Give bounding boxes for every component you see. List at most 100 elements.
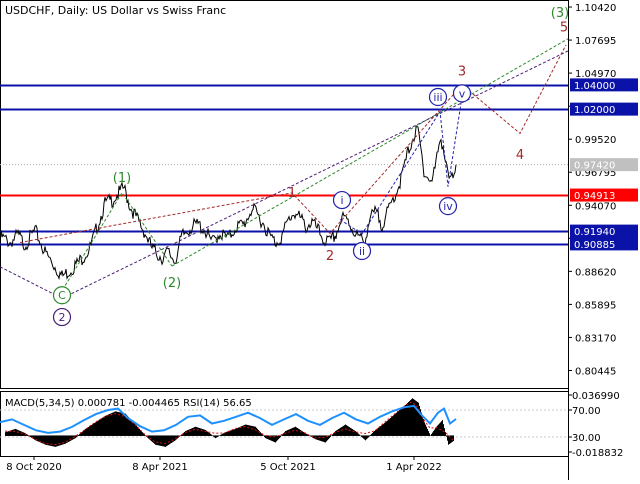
macd-bar bbox=[195, 426, 196, 436]
macd-bar bbox=[257, 428, 258, 436]
macd-bar bbox=[250, 425, 251, 436]
macd-bar bbox=[103, 417, 104, 436]
price-tag-label: 0.91940 bbox=[574, 227, 615, 238]
macd-bar bbox=[164, 435, 165, 447]
macd-bar bbox=[192, 428, 193, 436]
wave-label-i: i bbox=[340, 194, 343, 207]
macd-bar bbox=[263, 435, 264, 436]
macd-bar bbox=[157, 435, 158, 446]
macd-bar bbox=[426, 426, 427, 436]
macd-bar bbox=[230, 430, 231, 436]
macd-bar bbox=[435, 428, 436, 436]
macd-bar bbox=[362, 435, 363, 438]
macd-bar bbox=[216, 435, 217, 438]
macd-bar bbox=[370, 434, 371, 436]
macd-bar bbox=[181, 434, 182, 436]
macd-bar bbox=[268, 435, 269, 440]
wave-label-3: 3 bbox=[458, 64, 466, 79]
macd-bar bbox=[211, 434, 212, 436]
macd-bar bbox=[80, 433, 81, 436]
macd-bar bbox=[353, 429, 354, 436]
macd-bar bbox=[352, 429, 353, 436]
price-tag-label: 0.94913 bbox=[574, 191, 615, 202]
macd-bar bbox=[442, 420, 443, 436]
macd-bar bbox=[165, 435, 166, 447]
macd-bar bbox=[120, 412, 121, 436]
macd-bar bbox=[89, 426, 90, 436]
macd-bar bbox=[97, 421, 98, 436]
macd-bar bbox=[291, 428, 292, 436]
macd-bar bbox=[133, 422, 134, 436]
macd-bar bbox=[56, 435, 57, 447]
macd-bar bbox=[197, 427, 198, 436]
macd-bar bbox=[315, 435, 316, 440]
macd-bar bbox=[345, 424, 346, 436]
macd-bar bbox=[321, 435, 322, 442]
macd-bar bbox=[203, 429, 204, 436]
macd-bar bbox=[12, 429, 13, 436]
macd-bar bbox=[448, 435, 449, 445]
y-tick-label: 1.07695 bbox=[575, 36, 616, 47]
macd-bar bbox=[428, 431, 429, 436]
macd-bar bbox=[108, 414, 109, 436]
macd-bar bbox=[100, 419, 101, 436]
macd-bar bbox=[113, 412, 114, 436]
y-tick-label: 0.80445 bbox=[575, 366, 616, 377]
macd-bar bbox=[223, 433, 224, 436]
macd-bar bbox=[42, 435, 43, 444]
macd-bar bbox=[101, 418, 102, 436]
macd-bar bbox=[234, 429, 235, 436]
macd-bar bbox=[196, 427, 197, 436]
macd-bar bbox=[11, 430, 12, 436]
macd-bar bbox=[184, 431, 185, 436]
wave-label-5: 5 bbox=[560, 21, 568, 36]
y-tick-label: 0.99520 bbox=[575, 135, 616, 146]
macd-bar bbox=[399, 410, 400, 436]
macd-bar bbox=[313, 435, 314, 439]
macd-bar bbox=[106, 415, 107, 436]
macd-bar bbox=[169, 435, 170, 445]
macd-bar bbox=[295, 426, 296, 436]
macd-bar bbox=[350, 427, 351, 436]
macd-bar bbox=[343, 425, 344, 436]
macd-bar bbox=[112, 412, 113, 436]
macd-bar bbox=[252, 426, 253, 436]
macd-bar bbox=[284, 432, 285, 436]
macd-bar bbox=[87, 427, 88, 436]
macd-bar bbox=[355, 431, 356, 436]
macd-bar bbox=[373, 431, 374, 436]
macd-bar bbox=[38, 435, 39, 442]
y-tick-label: 0.85895 bbox=[575, 300, 616, 311]
macd-bar bbox=[201, 428, 202, 436]
macd-bar bbox=[260, 432, 261, 436]
macd-bar bbox=[299, 429, 300, 436]
macd-bar bbox=[172, 435, 173, 443]
macd-bar bbox=[65, 435, 66, 444]
macd-bar bbox=[70, 435, 71, 441]
macd-bar bbox=[21, 431, 22, 436]
macd-bar bbox=[22, 431, 23, 436]
macd-bar bbox=[55, 435, 56, 447]
macd-bar bbox=[438, 424, 439, 436]
macd-bar bbox=[422, 415, 423, 436]
macd-bar bbox=[249, 425, 250, 436]
macd-bar bbox=[446, 435, 447, 437]
macd-bar bbox=[205, 429, 206, 436]
macd-bar bbox=[72, 435, 73, 440]
wave-label-ii: ii bbox=[359, 245, 365, 258]
macd-bar bbox=[378, 427, 379, 436]
macd-bar bbox=[198, 427, 199, 436]
macd-bar bbox=[207, 431, 208, 436]
macd-bar bbox=[404, 405, 405, 436]
macd-bar bbox=[91, 424, 92, 436]
macd-bar bbox=[363, 435, 364, 439]
macd-bar bbox=[293, 427, 294, 436]
macd-bar bbox=[430, 435, 431, 436]
wave-label-iii: iii bbox=[433, 91, 442, 104]
macd-bar bbox=[400, 409, 401, 436]
macd-bar bbox=[190, 428, 191, 436]
macd-bar bbox=[222, 433, 223, 436]
chart-title: USDCHF, Daily: US Dollar vs Swiss Franc bbox=[5, 4, 227, 17]
price-tag-label: 0.90885 bbox=[574, 240, 615, 251]
macd-bar bbox=[424, 422, 425, 436]
